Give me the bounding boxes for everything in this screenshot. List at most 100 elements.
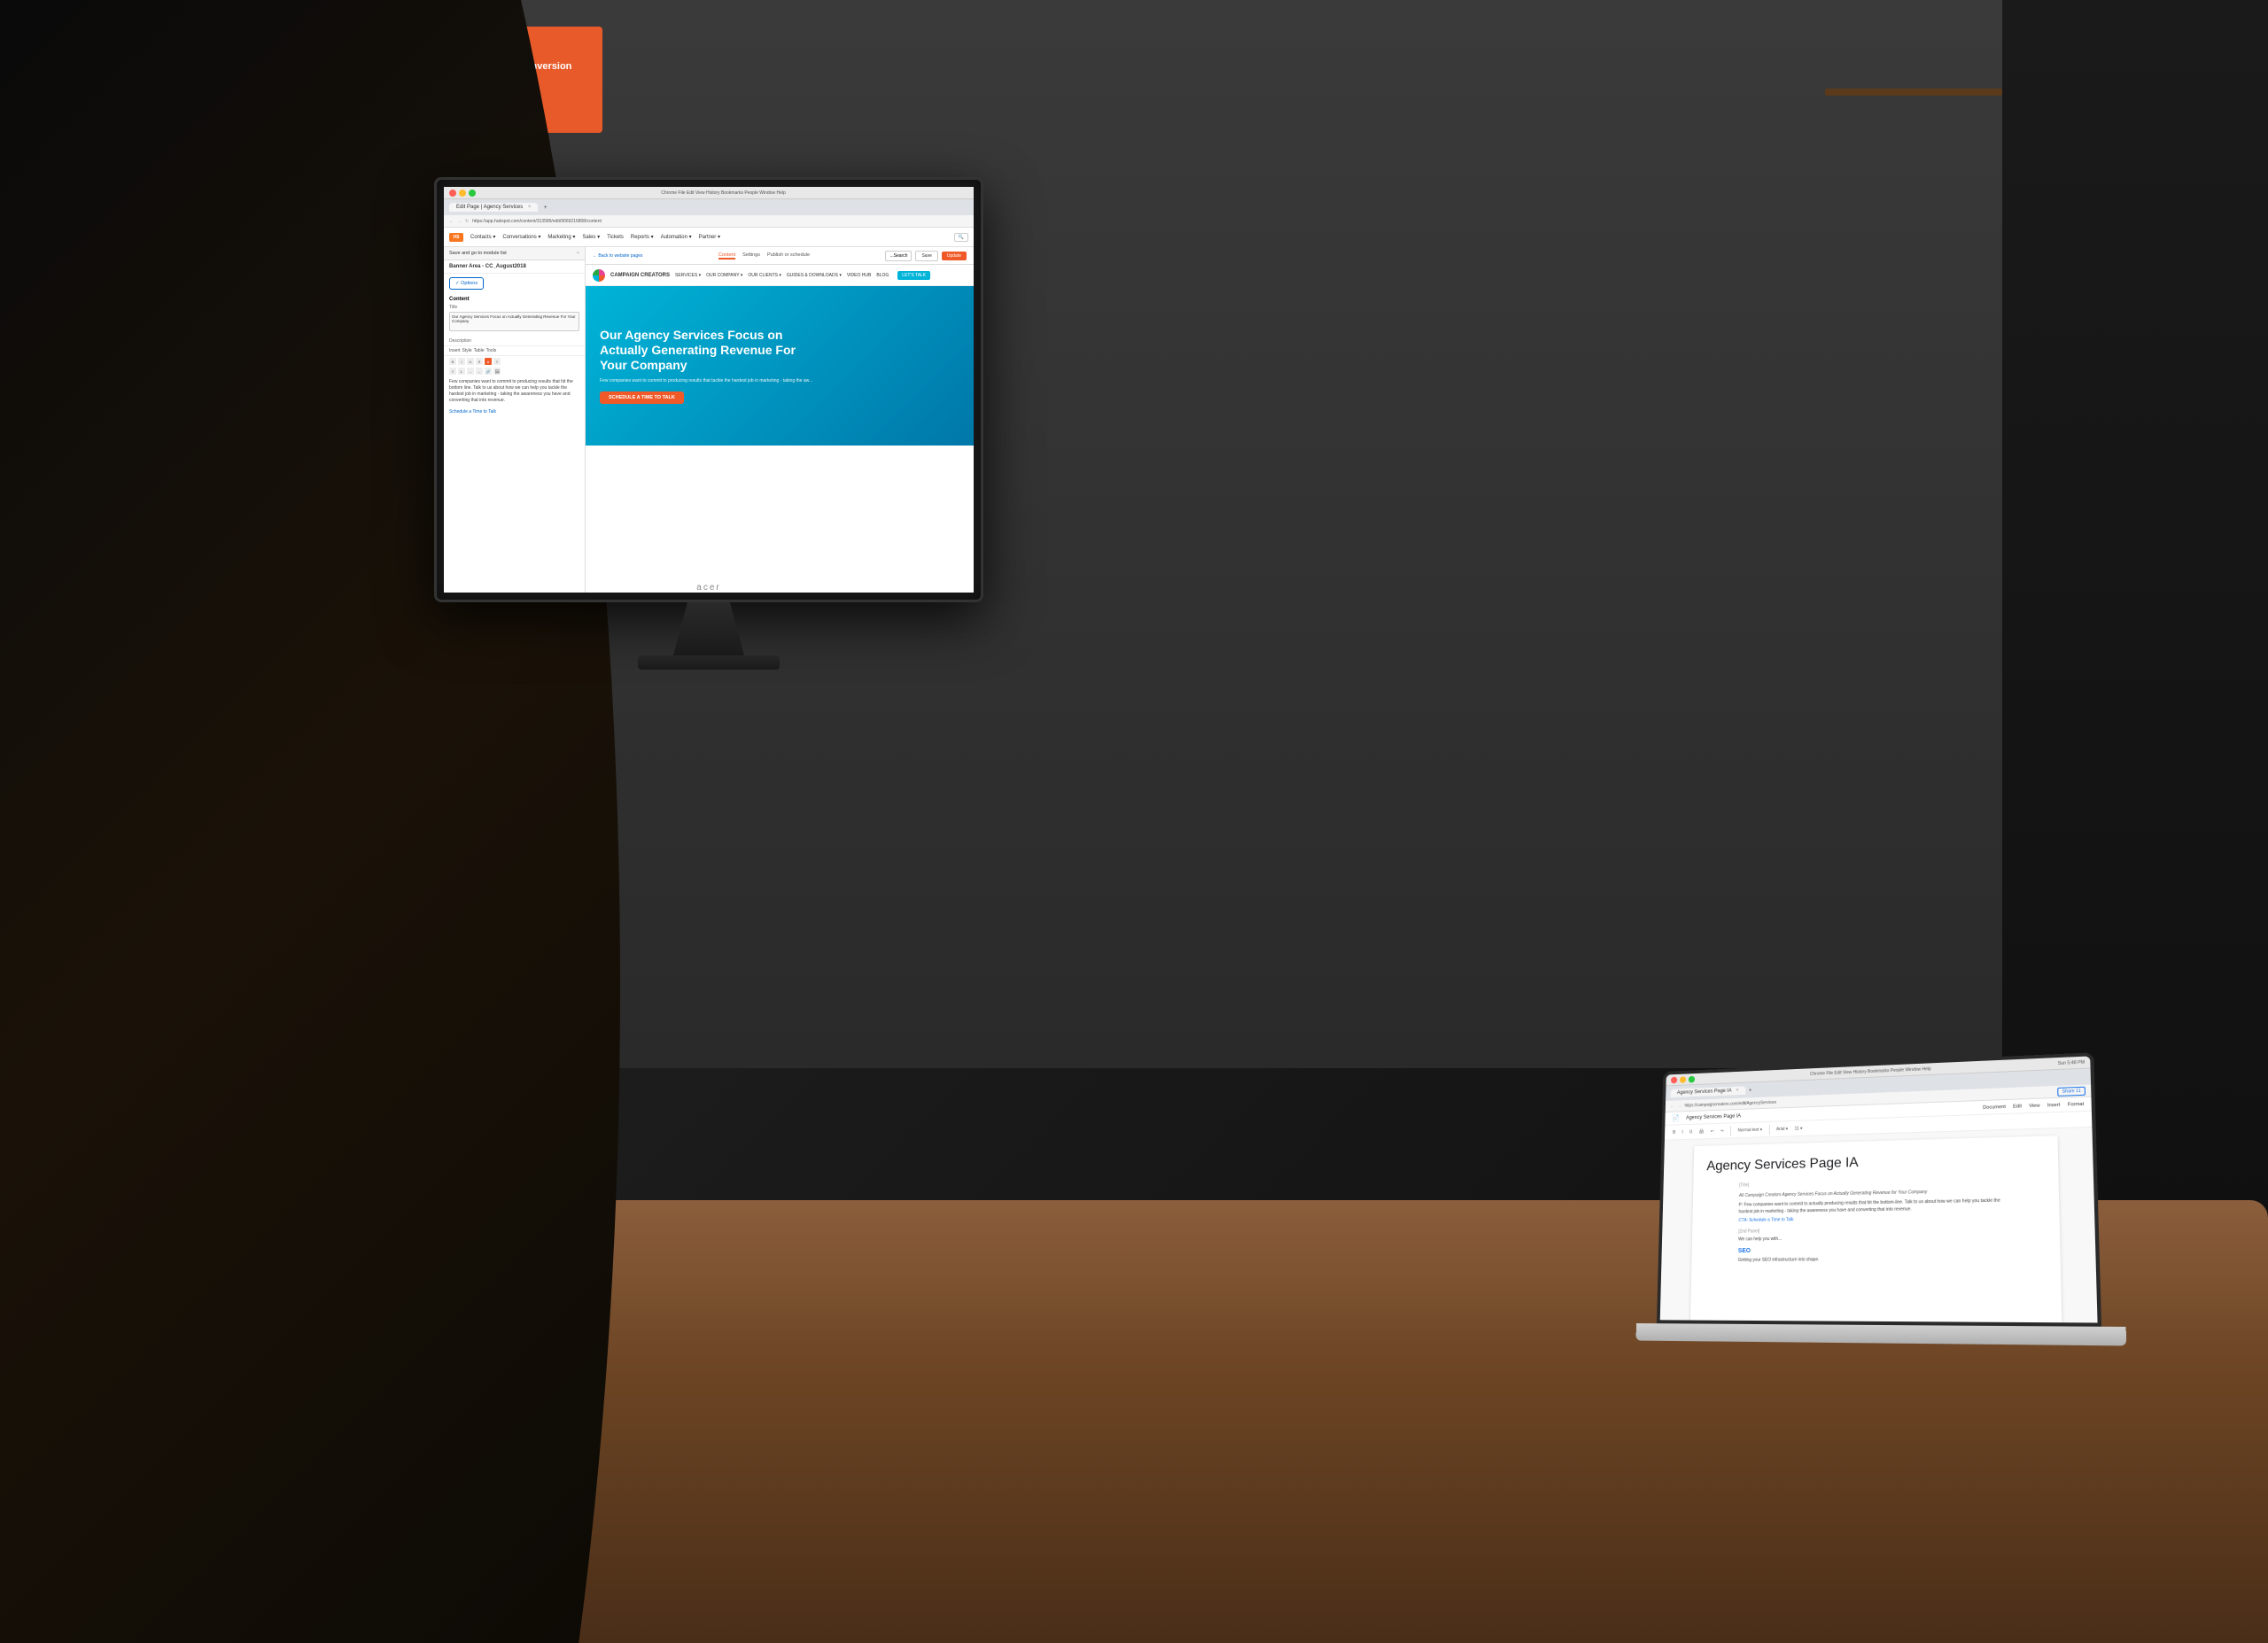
laptop-forward[interactable]: → [1677,1104,1682,1109]
gdocs-italic[interactable]: I [1681,1128,1685,1135]
options-tab[interactable]: ✓ Options [449,277,484,290]
mac-maximize-button[interactable] [469,190,476,197]
doc-all-cc: All Campaign Creators Agency Services Fo… [1739,1187,2007,1199]
table-btn[interactable]: Table [474,348,485,353]
chrome-tabbar: Edit Page | Agency Services × + [444,199,974,215]
cc-schedule-button[interactable]: SCHEDULE A TIME TO TALK [600,391,684,404]
publish-tab[interactable]: Publish or schedule [767,252,810,260]
search-field[interactable]: ...Search [885,251,912,261]
list-ul-btn[interactable]: ≡ [449,368,456,375]
bold-btn[interactable]: B [449,358,456,365]
address-bar[interactable]: ← → ↻ https://app.hubspot.com/content/31… [444,215,974,228]
laptop-back[interactable]: ← [1670,1104,1674,1109]
content-section: Content Title Our Agency Services Focus … [444,293,585,335]
nav-conversations[interactable]: Conversations ▾ [502,234,540,240]
monitor-screen: Chrome File Edit View History Bookmarks … [444,187,974,593]
style-btn[interactable]: Style [462,348,472,353]
gdocs-normal-text[interactable]: Normal text ▾ [1736,1126,1764,1134]
hubspot-left-panel: Save and go to module list × Banner Area… [444,247,586,593]
color-btn[interactable]: A [485,358,492,365]
gdocs-redo[interactable]: ↪ [1719,1128,1726,1135]
tools-btn[interactable]: Tools [486,348,497,353]
campaign-creators-preview: CAMPAIGN CREATORS SERVICES ▾ OUR COMPANY… [586,265,974,593]
tab-close-icon[interactable]: × [528,205,532,210]
laptop-tab[interactable]: Agency Services Page IA × [1671,1086,1746,1097]
mac-titlebar: Chrome File Edit View History Bookmarks … [444,187,974,199]
doc-cta: CTA: Schedule a Time to Talk [1738,1214,2007,1225]
gdocs-underline[interactable]: U [1688,1128,1694,1135]
module-title: Banner Area - CC_August2018 [444,260,585,274]
gdocs-document-menu[interactable]: Document [1983,1104,2006,1111]
panel-close-button[interactable]: × [577,251,579,256]
update-button[interactable]: Update [942,252,967,260]
nav-sales[interactable]: Sales ▾ [582,234,600,240]
nav-partner[interactable]: Partner ▾ [699,234,720,240]
schedule-link[interactable]: Schedule a Time to Talk [444,407,585,416]
search-input[interactable]: 🔍 [954,233,968,242]
refresh-icon[interactable]: ↻ [465,219,469,224]
hubspot-nav: HS Contacts ▾ Conversations ▾ Marketing … [444,228,974,247]
nav-automation[interactable]: Automation ▾ [661,234,692,240]
laptop-maximize-btn[interactable] [1689,1075,1695,1082]
cc-lets-talk-btn[interactable]: LET'S TALK [897,271,930,280]
nav-contacts[interactable]: Contacts ▾ [470,234,495,240]
title-field-input[interactable]: Our Agency Services Focus on Actually Ge… [449,312,579,331]
back-to-pages-link[interactable]: ← Back to website pages [593,253,642,259]
nav-marketing[interactable]: Marketing ▾ [548,234,575,240]
underline-btn[interactable]: U [467,358,474,365]
gdocs-insert-menu[interactable]: Insert [2047,1102,2061,1108]
gdocs-print[interactable]: 🖨 [1697,1128,1706,1135]
cc-nav-clients[interactable]: OUR CLIENTS ▾ [748,273,781,278]
share-button[interactable]: Share 11 [2057,1086,2085,1096]
laptop-tab-close[interactable]: × [1736,1089,1738,1094]
title-field-label: Title [449,305,579,310]
body-text: Few companies want to commit to producin… [449,379,573,403]
gdocs-font[interactable]: Arial ▾ [1775,1125,1790,1132]
body-text-area[interactable]: Few companies want to commit to producin… [444,376,585,407]
strikethrough-btn[interactable]: S [476,358,483,365]
cc-nav-blog[interactable]: BLOG [876,273,889,278]
outdent-btn[interactable]: ← [476,368,483,375]
monitor-bezel: Chrome File Edit View History Bookmarks … [434,177,983,602]
list-ol-btn[interactable]: 1. [458,368,465,375]
gdocs-undo[interactable]: ↩ [1709,1128,1716,1135]
insert-btn[interactable]: Insert [449,348,461,353]
wall-shelf [1825,89,2002,96]
cc-nav-video[interactable]: VIDEO HUB [847,273,872,278]
cc-nav-company[interactable]: OUR COMPANY ▾ [706,273,742,278]
gdocs-font-size[interactable]: 11 ▾ [1793,1125,1805,1132]
mac-close-button[interactable] [449,190,456,197]
align-btn[interactable]: ≡ [493,358,501,365]
browser-tab[interactable]: Edit Page | Agency Services × [449,203,538,212]
forward-icon[interactable]: → [457,219,462,224]
gdocs-doc-container: Agency Services Page IA [Title] All Camp… [1660,1128,2098,1323]
cc-header: CAMPAIGN CREATORS SERVICES ▾ OUR COMPANY… [586,265,974,286]
gdocs-document[interactable]: Agency Services Page IA [Title] All Camp… [1690,1135,2062,1322]
rich-text-toolbar: Insert Style Table Tools [444,345,585,356]
italic-btn[interactable]: I [458,358,465,365]
gdocs-format-menu[interactable]: Format [2068,1101,2085,1107]
laptop-screen-area: Chrome File Edit View History Bookmarks … [1657,1052,2101,1327]
new-tab-icon[interactable]: + [543,205,547,211]
laptop-new-tab[interactable]: + [1749,1087,1752,1093]
cc-nav-services[interactable]: SERVICES ▾ [675,273,701,278]
cc-logo [593,269,605,282]
indent-btn[interactable]: → [467,368,474,375]
cc-nav-guides[interactable]: GUIDES & DOWNLOADS ▾ [787,273,842,278]
nav-reports[interactable]: Reports ▾ [631,234,654,240]
nav-tickets[interactable]: Tickets [607,235,624,240]
content-tab[interactable]: Content [718,252,735,260]
gdocs-edit-menu[interactable]: Edit [2013,1104,2022,1109]
gdocs-view-menu[interactable]: View [2029,1103,2039,1108]
image-btn[interactable]: 🖼 [493,368,501,375]
save-button[interactable]: Save [915,251,937,261]
mac-minimize-button[interactable] [459,190,466,197]
preview-topbar: ← Back to website pages Content Settings… [586,247,974,265]
link-btn[interactable]: 🔗 [485,368,492,375]
laptop-close-btn[interactable] [1671,1076,1677,1083]
settings-tab[interactable]: Settings [742,252,760,260]
laptop-minimize-btn[interactable] [1680,1076,1686,1083]
back-icon[interactable]: ← [449,219,454,224]
gdocs-bold[interactable]: B [1671,1129,1677,1136]
cc-brand-name: CAMPAIGN CREATORS [610,273,670,278]
